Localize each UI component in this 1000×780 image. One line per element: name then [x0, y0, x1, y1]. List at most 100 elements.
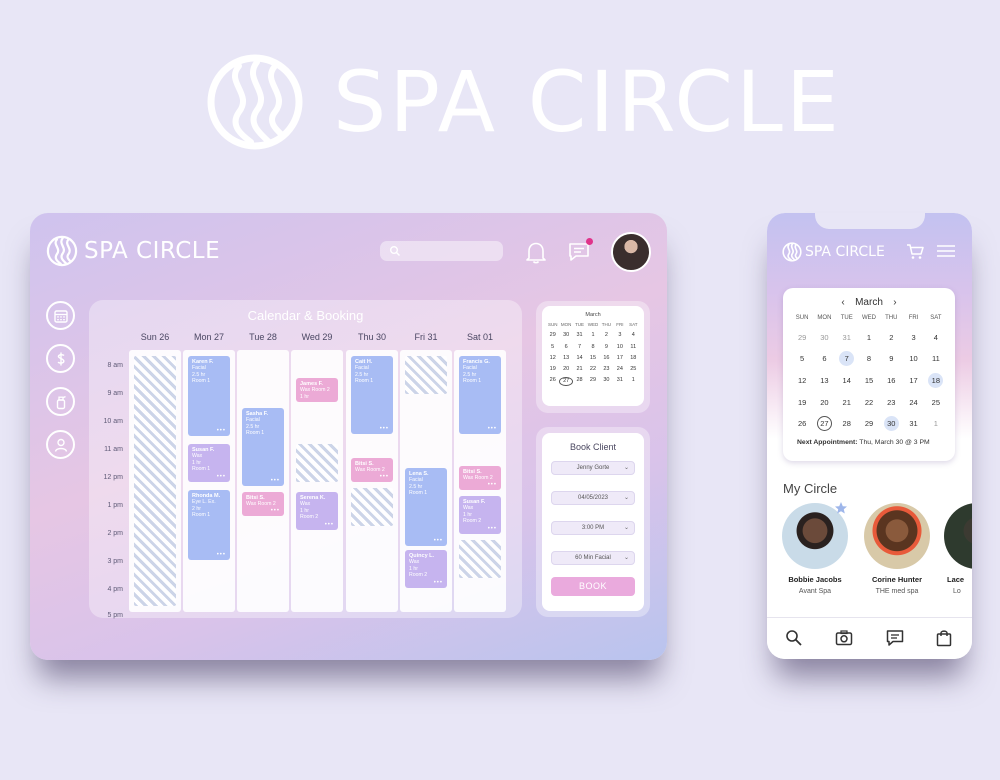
- calendar-date[interactable]: 4: [627, 332, 640, 339]
- payments-nav-button[interactable]: [46, 344, 75, 373]
- calendar-date[interactable]: 29: [586, 377, 599, 386]
- calendar-date[interactable]: 17: [613, 355, 626, 362]
- calendar-date[interactable]: 6: [813, 352, 835, 366]
- more-options-icon[interactable]: •••: [271, 478, 280, 484]
- day-column-wed[interactable]: James F. Wax Room 21 hr Serena K. Wax 1 hr R…: [291, 350, 343, 612]
- client-select[interactable]: Jenny Gorte ⌄: [551, 461, 635, 475]
- calendar-date[interactable]: 20: [813, 396, 835, 409]
- appointment-card[interactable]: Sasha F. Facial 2.5 hr Room 1 •••: [242, 408, 284, 486]
- day-column-thu[interactable]: Cait H. Facial 2.5 hr Room 1 ••• Bitsi S. Wax…: [346, 350, 398, 612]
- appointment-card[interactable]: Karen F. Facial 2.5 hr Room 1 •••: [188, 356, 230, 436]
- day-column-fri[interactable]: Lena S. Facial 2.5 hr Room 1 ••• Quincy L. Wa…: [400, 350, 452, 612]
- more-options-icon[interactable]: •••: [217, 552, 226, 558]
- more-options-icon[interactable]: •••: [488, 426, 497, 432]
- more-options-icon[interactable]: •••: [325, 522, 334, 528]
- calendar-date[interactable]: 11: [627, 344, 640, 351]
- bell-icon[interactable]: [525, 240, 547, 264]
- circle-member[interactable]: Corine Hunter THE med spa: [863, 503, 931, 595]
- calendar-date[interactable]: 12: [546, 355, 559, 362]
- calendar-date[interactable]: 25: [925, 396, 947, 409]
- calendar-date[interactable]: 9: [600, 344, 613, 351]
- appointment-card[interactable]: Bitsi S. Wax Room 2 •••: [351, 458, 393, 482]
- calendar-date[interactable]: 30: [559, 332, 572, 339]
- calendar-date[interactable]: 15: [586, 355, 599, 362]
- calendar-date[interactable]: 2: [600, 332, 613, 339]
- calendar-date[interactable]: 15: [858, 374, 880, 388]
- day-column-tue[interactable]: Sasha F. Facial 2.5 hr Room 1 ••• Bitsi S. Wa…: [237, 350, 289, 612]
- shopping-bag-icon[interactable]: [935, 629, 953, 647]
- more-options-icon[interactable]: •••: [488, 526, 497, 532]
- more-options-icon[interactable]: •••: [434, 580, 443, 586]
- calendar-date[interactable]: 23: [600, 366, 613, 373]
- search-input[interactable]: [380, 241, 503, 261]
- day-column-sun[interactable]: [129, 350, 181, 612]
- calendar-date[interactable]: 21: [573, 366, 586, 373]
- calendar-date[interactable]: 26: [546, 377, 559, 386]
- day-column-mon[interactable]: Karen F. Facial 2.5 hr Room 1 ••• Susan F. Wa…: [183, 350, 235, 612]
- calendar-date[interactable]: 1: [586, 332, 599, 339]
- cart-icon[interactable]: [906, 243, 924, 260]
- appointment-card[interactable]: James F. Wax Room 21 hr: [296, 378, 338, 402]
- date-select[interactable]: 04/05/2023 ⌄: [551, 491, 635, 505]
- calendar-date[interactable]: 26: [791, 417, 813, 431]
- calendar-date[interactable]: 31: [613, 377, 626, 386]
- appointment-card[interactable]: Cait H. Facial 2.5 hr Room 1 •••: [351, 356, 393, 434]
- more-options-icon[interactable]: •••: [434, 538, 443, 544]
- calendar-date[interactable]: 31: [902, 417, 924, 431]
- appointment-card[interactable]: Bitsi S. Wax Room 2 •••: [242, 492, 284, 516]
- calendar-date[interactable]: 9: [880, 352, 902, 366]
- calendar-date[interactable]: 1: [858, 331, 880, 344]
- calendar-date[interactable]: 16: [880, 374, 902, 388]
- calendar-date[interactable]: 30: [813, 331, 835, 344]
- day-column-sat[interactable]: Francis G. Facial 2.5 hr Room 1 ••• Bitsi S.…: [454, 350, 506, 612]
- calendar-date[interactable]: 14: [836, 374, 858, 388]
- calendar-date[interactable]: 4: [925, 331, 947, 344]
- calendar-date[interactable]: 24: [613, 366, 626, 373]
- time-select[interactable]: 3:00 PM ⌄: [551, 521, 635, 535]
- more-options-icon[interactable]: •••: [271, 508, 280, 514]
- calendar-date[interactable]: 11: [925, 352, 947, 366]
- calendar-date[interactable]: 21: [836, 396, 858, 409]
- appointment-card[interactable]: Quincy L. Wax 1 hr Room 2 •••: [405, 550, 447, 588]
- circle-member[interactable]: Lace Lo: [943, 503, 972, 595]
- calendar-date[interactable]: 31: [836, 331, 858, 344]
- calendar-date[interactable]: 19: [791, 396, 813, 409]
- chat-icon[interactable]: [886, 629, 904, 647]
- calendar-date[interactable]: 31: [573, 332, 586, 339]
- calendar-date[interactable]: 25: [627, 366, 640, 373]
- calendar-date[interactable]: 3: [613, 332, 626, 339]
- calendar-date[interactable]: 19: [546, 366, 559, 373]
- more-options-icon[interactable]: •••: [488, 482, 497, 488]
- calendar-date[interactable]: 22: [858, 396, 880, 409]
- calendar-date[interactable]: 20: [559, 366, 572, 373]
- calendar-date[interactable]: 2: [880, 331, 902, 344]
- camera-icon[interactable]: [835, 629, 853, 647]
- appointment-card[interactable]: Lena S. Facial 2.5 hr Room 1 •••: [405, 468, 447, 546]
- user-avatar[interactable]: [611, 232, 651, 272]
- calendar-date[interactable]: 14: [573, 355, 586, 362]
- calendar-date[interactable]: 8: [858, 352, 880, 366]
- calendar-date[interactable]: 30: [600, 377, 613, 386]
- more-options-icon[interactable]: •••: [217, 474, 226, 480]
- appointment-card[interactable]: Bitsi S. Wax Room 2 •••: [459, 466, 501, 490]
- calendar-date[interactable]: 13: [559, 355, 572, 362]
- appointment-card[interactable]: Francis G. Facial 2.5 hr Room 1 •••: [459, 356, 501, 434]
- calendar-date[interactable]: 1: [627, 377, 640, 386]
- calendar-date[interactable]: 8: [586, 344, 599, 351]
- calendar-date[interactable]: 24: [902, 396, 924, 409]
- service-select[interactable]: 60 Min Facial ⌄: [551, 551, 635, 565]
- calendar-date[interactable]: 18: [928, 373, 944, 388]
- calendar-date[interactable]: 22: [586, 366, 599, 373]
- calendar-date[interactable]: 6: [559, 344, 572, 351]
- circle-member[interactable]: Bobbie Jacobs Avant Spa: [781, 502, 849, 595]
- calendar-date[interactable]: 29: [791, 331, 813, 344]
- more-options-icon[interactable]: •••: [380, 426, 389, 432]
- calendar-date[interactable]: 1: [925, 417, 947, 431]
- more-options-icon[interactable]: •••: [217, 428, 226, 434]
- appointment-card[interactable]: Susan F. Wax 1 hr Room 2 •••: [459, 496, 501, 534]
- calendar-date[interactable]: 30: [883, 416, 899, 431]
- products-nav-button[interactable]: [46, 387, 75, 416]
- messages-button[interactable]: [568, 238, 593, 263]
- calendar-date[interactable]: 23: [880, 396, 902, 409]
- desktop-logo[interactable]: SPA CIRCLE: [46, 235, 220, 267]
